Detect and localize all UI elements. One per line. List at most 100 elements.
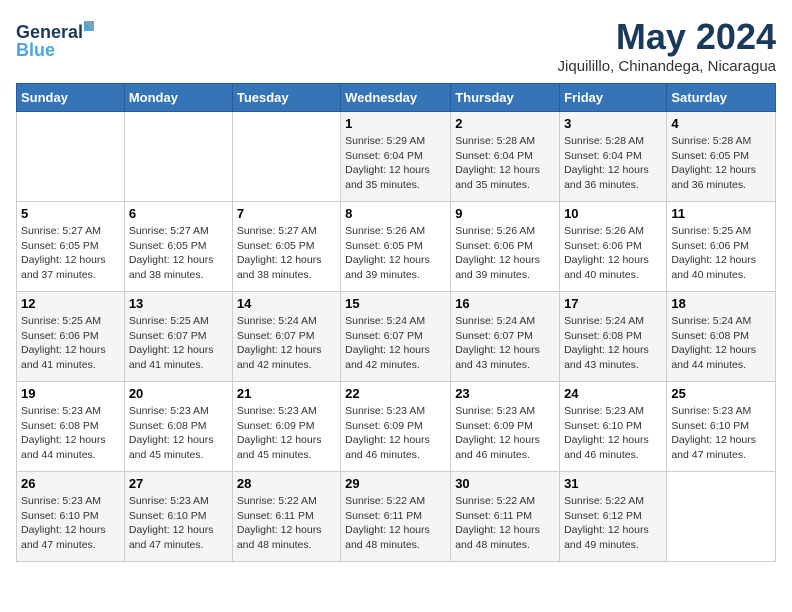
day-number: 29: [345, 476, 446, 491]
day-info: Sunrise: 5:22 AMSunset: 6:11 PMDaylight:…: [237, 494, 336, 553]
day-info: Sunrise: 5:27 AMSunset: 6:05 PMDaylight:…: [129, 224, 228, 283]
day-info: Sunrise: 5:26 AMSunset: 6:06 PMDaylight:…: [564, 224, 662, 283]
calendar-cell-3-1: 12Sunrise: 5:25 AMSunset: 6:06 PMDayligh…: [17, 292, 125, 382]
day-number: 17: [564, 296, 662, 311]
weekday-header-row: SundayMondayTuesdayWednesdayThursdayFrid…: [17, 84, 776, 112]
calendar-cell-5-3: 28Sunrise: 5:22 AMSunset: 6:11 PMDayligh…: [232, 472, 340, 562]
day-number: 13: [129, 296, 228, 311]
calendar-cell-5-7: [667, 472, 776, 562]
page-header: General Blue May 2024 Jiquilillo, Chinan…: [16, 16, 776, 75]
day-info: Sunrise: 5:26 AMSunset: 6:05 PMDaylight:…: [345, 224, 446, 283]
day-info: Sunrise: 5:23 AMSunset: 6:09 PMDaylight:…: [237, 404, 336, 463]
calendar-cell-2-7: 11 Sunrise: 5:25 AMSunset: 6:06 PMDayligh…: [667, 202, 776, 292]
day-number: 22: [345, 386, 446, 401]
day-number: 26: [21, 476, 120, 491]
day-number: 7: [237, 206, 336, 221]
day-info: Sunrise: 5:28 AMSunset: 6:05 PMDaylight:…: [671, 134, 771, 193]
day-info: Sunrise: 5:24 AMSunset: 6:07 PMDaylight:…: [455, 314, 555, 373]
day-info: Sunrise: 5:22 AMSunset: 6:11 PMDaylight:…: [455, 494, 555, 553]
day-number: 6: [129, 206, 228, 221]
day-number: 15: [345, 296, 446, 311]
calendar-cell-5-4: 29 Sunrise: 5:22 AMSunset: 6:11 PMDayligh…: [341, 472, 451, 562]
day-info: Sunrise: 5:23 AMSunset: 6:08 PMDaylight:…: [21, 404, 120, 463]
calendar-cell-1-2: [124, 112, 232, 202]
calendar-cell-5-5: 30 Sunrise: 5:22 AMSunset: 6:11 PMDayligh…: [451, 472, 560, 562]
calendar-week-2: 5 Sunrise: 5:27 AMSunset: 6:05 PMDaylight…: [17, 202, 776, 292]
day-info: Sunrise: 5:25 AMSunset: 6:07 PMDaylight:…: [129, 314, 228, 373]
day-number: 1: [345, 116, 446, 131]
day-number: 8: [345, 206, 446, 221]
day-number: 21: [237, 386, 336, 401]
calendar-body: 1 Sunrise: 5:29 AMSunset: 6:04 PMDaylight…: [17, 112, 776, 562]
day-number: 5: [21, 206, 120, 221]
weekday-header-sunday: Sunday: [17, 84, 125, 112]
calendar-week-4: 19 Sunrise: 5:23 AMSunset: 6:08 PMDayligh…: [17, 382, 776, 472]
day-info: Sunrise: 5:28 AMSunset: 6:04 PMDaylight:…: [455, 134, 555, 193]
weekday-header-tuesday: Tuesday: [232, 84, 340, 112]
calendar-cell-3-3: 14Sunrise: 5:24 AMSunset: 6:07 PMDayligh…: [232, 292, 340, 382]
calendar-cell-1-4: 1 Sunrise: 5:29 AMSunset: 6:04 PMDaylight…: [341, 112, 451, 202]
day-number: 4: [671, 116, 771, 131]
day-number: 10: [564, 206, 662, 221]
calendar-cell-2-5: 9Sunrise: 5:26 AMSunset: 6:06 PMDaylight…: [451, 202, 560, 292]
calendar-cell-1-6: 3 Sunrise: 5:28 AMSunset: 6:04 PMDaylight…: [560, 112, 667, 202]
day-number: 24: [564, 386, 662, 401]
day-info: Sunrise: 5:23 AMSunset: 6:10 PMDaylight:…: [671, 404, 771, 463]
calendar-cell-5-1: 26 Sunrise: 5:23 AMSunset: 6:10 PMDayligh…: [17, 472, 125, 562]
calendar-week-3: 12Sunrise: 5:25 AMSunset: 6:06 PMDayligh…: [17, 292, 776, 382]
calendar-cell-5-2: 27Sunrise: 5:23 AMSunset: 6:10 PMDayligh…: [124, 472, 232, 562]
calendar-cell-1-5: 2 Sunrise: 5:28 AMSunset: 6:04 PMDaylight…: [451, 112, 560, 202]
day-number: 2: [455, 116, 555, 131]
calendar-cell-4-1: 19 Sunrise: 5:23 AMSunset: 6:08 PMDayligh…: [17, 382, 125, 472]
day-info: Sunrise: 5:29 AMSunset: 6:04 PMDaylight:…: [345, 134, 446, 193]
day-number: 16: [455, 296, 555, 311]
day-info: Sunrise: 5:27 AMSunset: 6:05 PMDaylight:…: [237, 224, 336, 283]
location: Jiquilillo, Chinandega, Nicaragua: [558, 58, 776, 75]
calendar-cell-5-6: 31Sunrise: 5:22 AMSunset: 6:12 PMDayligh…: [560, 472, 667, 562]
calendar-cell-2-6: 10 Sunrise: 5:26 AMSunset: 6:06 PMDayligh…: [560, 202, 667, 292]
calendar-cell-1-3: [232, 112, 340, 202]
day-number: 18: [671, 296, 771, 311]
day-info: Sunrise: 5:22 AMSunset: 6:11 PMDaylight:…: [345, 494, 446, 553]
day-number: 31: [564, 476, 662, 491]
day-info: Sunrise: 5:24 AMSunset: 6:07 PMDaylight:…: [345, 314, 446, 373]
calendar-cell-4-7: 25 Sunrise: 5:23 AMSunset: 6:10 PMDayligh…: [667, 382, 776, 472]
calendar-cell-3-2: 13 Sunrise: 5:25 AMSunset: 6:07 PMDayligh…: [124, 292, 232, 382]
weekday-header-friday: Friday: [560, 84, 667, 112]
day-info: Sunrise: 5:28 AMSunset: 6:04 PMDaylight:…: [564, 134, 662, 193]
day-info: Sunrise: 5:26 AMSunset: 6:06 PMDaylight:…: [455, 224, 555, 283]
day-info: Sunrise: 5:24 AMSunset: 6:08 PMDaylight:…: [671, 314, 771, 373]
day-number: 11: [671, 206, 771, 221]
weekday-header-monday: Monday: [124, 84, 232, 112]
day-info: Sunrise: 5:25 AMSunset: 6:06 PMDaylight:…: [671, 224, 771, 283]
calendar-cell-3-7: 18 Sunrise: 5:24 AMSunset: 6:08 PMDayligh…: [667, 292, 776, 382]
day-info: Sunrise: 5:24 AMSunset: 6:07 PMDaylight:…: [237, 314, 336, 373]
day-number: 3: [564, 116, 662, 131]
calendar-cell-4-6: 24 Sunrise: 5:23 AMSunset: 6:10 PMDayligh…: [560, 382, 667, 472]
calendar-cell-4-4: 22 Sunrise: 5:23 AMSunset: 6:09 PMDayligh…: [341, 382, 451, 472]
day-info: Sunrise: 5:23 AMSunset: 6:10 PMDaylight:…: [564, 404, 662, 463]
day-info: Sunrise: 5:23 AMSunset: 6:08 PMDaylight:…: [129, 404, 228, 463]
day-info: Sunrise: 5:23 AMSunset: 6:10 PMDaylight:…: [129, 494, 228, 553]
logo: General Blue: [16, 16, 106, 61]
day-number: 19: [21, 386, 120, 401]
svg-text:General: General: [16, 22, 83, 42]
svg-text:Blue: Blue: [16, 40, 55, 60]
day-number: 25: [671, 386, 771, 401]
logo-icon: General Blue: [16, 16, 106, 61]
calendar-cell-3-6: 17 Sunrise: 5:24 AMSunset: 6:08 PMDayligh…: [560, 292, 667, 382]
day-info: Sunrise: 5:27 AMSunset: 6:05 PMDaylight:…: [21, 224, 120, 283]
day-info: Sunrise: 5:23 AMSunset: 6:09 PMDaylight:…: [345, 404, 446, 463]
calendar-cell-2-3: 7 Sunrise: 5:27 AMSunset: 6:05 PMDaylight…: [232, 202, 340, 292]
calendar-cell-2-2: 6 Sunrise: 5:27 AMSunset: 6:05 PMDaylight…: [124, 202, 232, 292]
calendar-cell-4-5: 23Sunrise: 5:23 AMSunset: 6:09 PMDayligh…: [451, 382, 560, 472]
calendar-cell-3-4: 15 Sunrise: 5:24 AMSunset: 6:07 PMDayligh…: [341, 292, 451, 382]
calendar-week-1: 1 Sunrise: 5:29 AMSunset: 6:04 PMDaylight…: [17, 112, 776, 202]
day-number: 20: [129, 386, 228, 401]
day-info: Sunrise: 5:24 AMSunset: 6:08 PMDaylight:…: [564, 314, 662, 373]
title-block: May 2024 Jiquilillo, Chinandega, Nicarag…: [558, 16, 776, 75]
calendar-table: SundayMondayTuesdayWednesdayThursdayFrid…: [16, 83, 776, 562]
day-number: 30: [455, 476, 555, 491]
day-info: Sunrise: 5:23 AMSunset: 6:10 PMDaylight:…: [21, 494, 120, 553]
calendar-cell-2-1: 5 Sunrise: 5:27 AMSunset: 6:05 PMDaylight…: [17, 202, 125, 292]
